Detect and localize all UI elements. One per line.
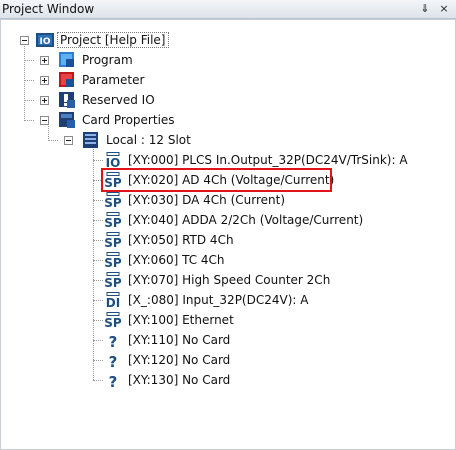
window-title: Project Window: [2, 2, 95, 16]
tree-item-label: [XY:110] No Card: [128, 333, 231, 347]
tree-item-slot-xy000[interactable]: IO [XY:000] PLCS In.Output_32P(DC24V/TrS…: [104, 151, 408, 169]
tree-item-label: [XY:130] No Card: [128, 373, 231, 387]
sp-card-icon: SP: [104, 312, 122, 328]
svg-text:SP: SP: [104, 196, 122, 208]
sp-card-icon: SP: [104, 232, 122, 248]
tree-item-label: [XY:040] ADDA 2/2Ch (Voltage/Current): [128, 213, 364, 227]
tree-item-slot-xy130[interactable]: ? [XY:130] No Card: [104, 371, 264, 389]
sp-card-icon: SP: [104, 192, 122, 208]
tree-item-parameter[interactable]: Parameter: [58, 71, 158, 89]
tree-item-slot-xy100[interactable]: SP [XY:100] Ethernet: [104, 311, 264, 329]
tree-line: [93, 360, 103, 361]
svg-text:?: ?: [109, 333, 118, 348]
reserved-io-icon: [59, 92, 75, 108]
expand-toggle[interactable]: [40, 56, 49, 65]
tree-item-slot-xy120[interactable]: ? [XY:120] No Card: [104, 351, 264, 369]
expand-toggle[interactable]: [40, 76, 49, 85]
tree-item-project[interactable]: IO Project [Help File]: [36, 31, 169, 49]
sp-card-icon: SP: [104, 252, 122, 268]
tree-item-slot-xy070[interactable]: SP [XY:070] High Speed Counter 2Ch: [104, 271, 344, 289]
card-properties-icon: [59, 112, 75, 128]
tree-item-slot-xy110[interactable]: ? [XY:110] No Card: [104, 331, 264, 349]
tree-item-label: [XY:000] PLCS In.Output_32P(DC24V/TrSink…: [128, 153, 408, 167]
tree-item-label: [XY:050] RTD 4Ch: [128, 233, 234, 247]
tree-line: [24, 120, 34, 121]
svg-text:SP: SP: [104, 256, 122, 268]
tree-item-label: Program: [82, 53, 133, 67]
tree-item-label: [X_:080] Input_32P(DC24V): A: [128, 293, 309, 307]
project-icon: IO: [36, 33, 54, 47]
svg-text:IO: IO: [40, 37, 51, 47]
highlight-box: [101, 168, 332, 192]
tree-line: [93, 220, 103, 221]
tree-item-label: Local : 12 Slot: [106, 133, 191, 147]
tree-line: [48, 126, 49, 141]
svg-text:SP: SP: [104, 216, 122, 228]
tree-item-label: [XY:100] Ethernet: [128, 313, 234, 327]
tree-line: [93, 240, 103, 241]
svg-text:DI: DI: [106, 296, 120, 308]
tree-line: [93, 280, 103, 281]
svg-text:?: ?: [109, 353, 118, 368]
tree-line: [93, 146, 94, 380]
tree-item-label: [XY:060] TC 4Ch: [128, 253, 225, 267]
tree-item-label: Parameter: [82, 73, 145, 87]
tree-item-card-properties[interactable]: Card Properties: [58, 111, 178, 129]
tree-item-label: Card Properties: [82, 113, 175, 127]
tree-line: [24, 80, 34, 81]
tree-item-label: [XY:030] DA 4Ch (Current): [128, 193, 286, 207]
tree-line: [93, 300, 103, 301]
tree-item-local-rack[interactable]: Local : 12 Slot: [82, 131, 202, 149]
sp-card-icon: SP: [104, 212, 122, 228]
tree-line: [93, 260, 103, 261]
window-titlebar: Project Window ⇓ ×: [0, 0, 456, 19]
tree-item-label: Project [Help File]: [57, 32, 169, 48]
tree-item-slot-xy050[interactable]: SP [XY:050] RTD 4Ch: [104, 231, 264, 249]
expand-toggle[interactable]: [40, 96, 49, 105]
di-card-icon: DI: [106, 292, 120, 308]
tree-item-slot-x080[interactable]: DI [X_:080] Input_32P(DC24V): A: [104, 291, 334, 309]
tree-line: [93, 380, 103, 381]
pin-icon[interactable]: ⇓: [418, 2, 432, 16]
tree-line: [24, 60, 34, 61]
svg-text:SP: SP: [104, 236, 122, 248]
collapse-toggle[interactable]: [40, 116, 49, 125]
svg-text:SP: SP: [104, 316, 122, 328]
collapse-toggle[interactable]: [20, 36, 29, 45]
tree-item-label: [XY:120] No Card: [128, 353, 231, 367]
tree-item-label: Reserved IO: [82, 93, 155, 107]
tree-item-slot-xy040[interactable]: SP [XY:040] ADDA 2/2Ch (Voltage/Current): [104, 211, 364, 229]
rack-icon: [83, 132, 98, 148]
sp-card-icon: SP: [104, 272, 122, 288]
parameter-icon: [59, 72, 74, 87]
svg-text:?: ?: [109, 373, 118, 388]
tree-item-label: [XY:070] High Speed Counter 2Ch: [128, 273, 331, 287]
tree-line: [93, 340, 103, 341]
no-card-icon: ?: [109, 353, 118, 368]
tree-line: [48, 140, 58, 141]
tree-item-slot-xy030[interactable]: SP [XY:030] DA 4Ch (Current): [104, 191, 304, 209]
program-icon: [59, 52, 74, 67]
no-card-icon: ?: [109, 333, 118, 348]
collapse-toggle[interactable]: [64, 136, 73, 145]
tree-line: [93, 200, 103, 201]
io-card-icon: IO: [106, 152, 121, 168]
tree-item-slot-xy060[interactable]: SP [XY:060] TC 4Ch: [104, 251, 264, 269]
tree-line: [24, 46, 25, 121]
svg-text:SP: SP: [104, 276, 122, 288]
tree-line: [93, 320, 103, 321]
tree-line: [24, 100, 34, 101]
svg-text:IO: IO: [106, 156, 121, 168]
tree-item-reserved-io[interactable]: Reserved IO: [58, 91, 158, 109]
no-card-icon: ?: [109, 373, 118, 388]
tree-line: [93, 160, 103, 161]
close-icon[interactable]: ×: [437, 2, 451, 16]
tree-item-program[interactable]: Program: [58, 51, 158, 69]
